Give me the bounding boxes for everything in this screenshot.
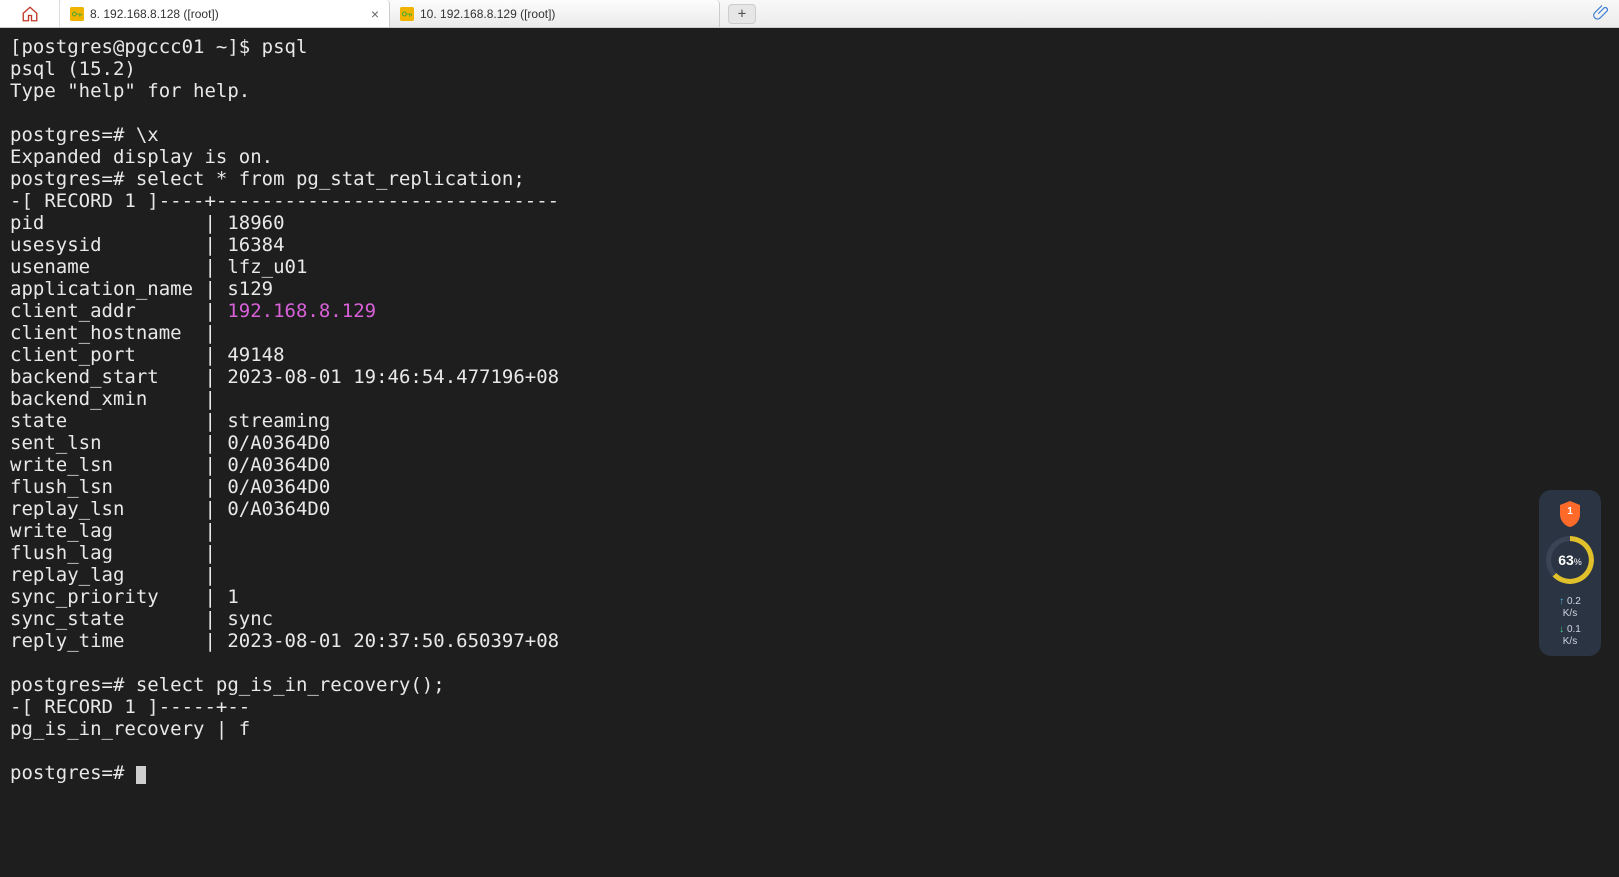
field-key: backend_xmin <box>10 388 193 410</box>
field-value: 18960 <box>216 212 285 234</box>
client-addr-value: 192.168.8.129 <box>227 300 376 322</box>
field-key: flush_lag <box>10 542 193 564</box>
field-key: write_lsn <box>10 454 193 476</box>
prompt-end: postgres=# <box>10 762 136 784</box>
field-key: usesysid <box>10 234 193 256</box>
field-key: sync_priority <box>10 586 193 608</box>
field-key: write_lag <box>10 520 193 542</box>
field-value: sync <box>216 608 273 630</box>
system-monitor-widget[interactable]: 1 63% 0.2 K/s 0.1 K/s <box>1539 490 1601 656</box>
psql-version: psql (15.2) <box>10 58 136 80</box>
field-key: sync_state <box>10 608 193 630</box>
field-key: application_name <box>10 278 193 300</box>
field-value: 0/A0364D0 <box>216 498 330 520</box>
field-key: client_addr <box>10 300 193 322</box>
terminal-output[interactable]: [postgres@pgccc01 ~]$ psql psql (15.2) T… <box>0 28 1619 792</box>
home-icon <box>21 5 39 23</box>
expanded-msg: Expanded display is on. <box>10 146 273 168</box>
field-value <box>216 564 227 586</box>
field-key: backend_start <box>10 366 193 388</box>
usage-percent: 63 <box>1558 552 1574 568</box>
field-value: 0/A0364D0 <box>216 454 330 476</box>
field-key: usename <box>10 256 193 278</box>
field-value: lfz_u01 <box>216 256 308 278</box>
field-value <box>216 542 227 564</box>
shield-badge: 1 <box>1558 506 1582 517</box>
psql-help: Type "help" for help. <box>10 80 250 102</box>
field-key: flush_lsn <box>10 476 193 498</box>
key-icon <box>70 7 84 21</box>
down-unit: K/s <box>1559 636 1581 648</box>
tab-label: 8. 192.168.8.128 ([root]) <box>90 7 363 21</box>
tab-0[interactable]: 8. 192.168.8.128 ([root]) × <box>60 0 390 27</box>
net-download: 0.1 K/s <box>1559 624 1581 648</box>
field-value: 0/A0364D0 <box>216 476 330 498</box>
field-value: 16384 <box>216 234 285 256</box>
field-value <box>216 322 227 344</box>
field-key: client_port <box>10 344 193 366</box>
field-key: reply_time <box>10 630 193 652</box>
home-button[interactable] <box>0 0 60 27</box>
field-key: state <box>10 410 193 432</box>
field-key: client_hostname <box>10 322 193 344</box>
new-tab-button[interactable]: + <box>728 4 756 24</box>
tab-label: 10. 192.168.8.129 ([root]) <box>420 7 709 21</box>
field-key: pid <box>10 212 193 234</box>
field-value: 49148 <box>216 344 285 366</box>
tab-1[interactable]: 10. 192.168.8.129 ([root]) <box>390 0 720 27</box>
record-header: -[ RECORD 1 ]----+----------------------… <box>10 190 559 212</box>
field-key: sent_lsn <box>10 432 193 454</box>
field-key: replay_lag <box>10 564 193 586</box>
field-value: streaming <box>216 410 330 432</box>
attachment-icon[interactable] <box>1593 4 1611 22</box>
net-upload: 0.2 K/s <box>1559 596 1581 620</box>
prompt-line: [postgres@pgccc01 ~]$ psql <box>10 36 307 58</box>
record-header-2: -[ RECORD 1 ]-----+-- <box>10 696 250 718</box>
field-value: 0/A0364D0 <box>216 432 330 454</box>
field-key: replay_lsn <box>10 498 193 520</box>
cmd-expanded: postgres=# \x <box>10 124 159 146</box>
tab-bar: 8. 192.168.8.128 ([root]) × 10. 192.168.8.… <box>0 0 1619 28</box>
plus-icon: + <box>738 6 746 22</box>
field-value: 2023-08-01 19:46:54.477196+08 <box>216 366 559 388</box>
field-value: 1 <box>216 586 239 608</box>
up-rate: 0.2 <box>1567 596 1581 607</box>
up-unit: K/s <box>1559 608 1581 620</box>
usage-ring: 63% <box>1546 536 1594 584</box>
close-icon[interactable]: × <box>371 6 379 22</box>
shield-icon: 1 <box>1558 500 1582 528</box>
percent-sign: % <box>1574 557 1582 567</box>
field-value: 2023-08-01 20:37:50.650397+08 <box>216 630 559 652</box>
cmd-recovery: postgres=# select pg_is_in_recovery(); <box>10 674 445 696</box>
terminal-cursor <box>136 766 146 784</box>
field-value <box>216 388 227 410</box>
field-value <box>216 520 227 542</box>
down-rate: 0.1 <box>1567 624 1581 635</box>
cmd-select: postgres=# select * from pg_stat_replica… <box>10 168 525 190</box>
recovery-key: pg_is_in_recovery <box>10 718 204 740</box>
recovery-val: f <box>227 718 250 740</box>
field-value: s129 <box>216 278 273 300</box>
key-icon <box>400 7 414 21</box>
